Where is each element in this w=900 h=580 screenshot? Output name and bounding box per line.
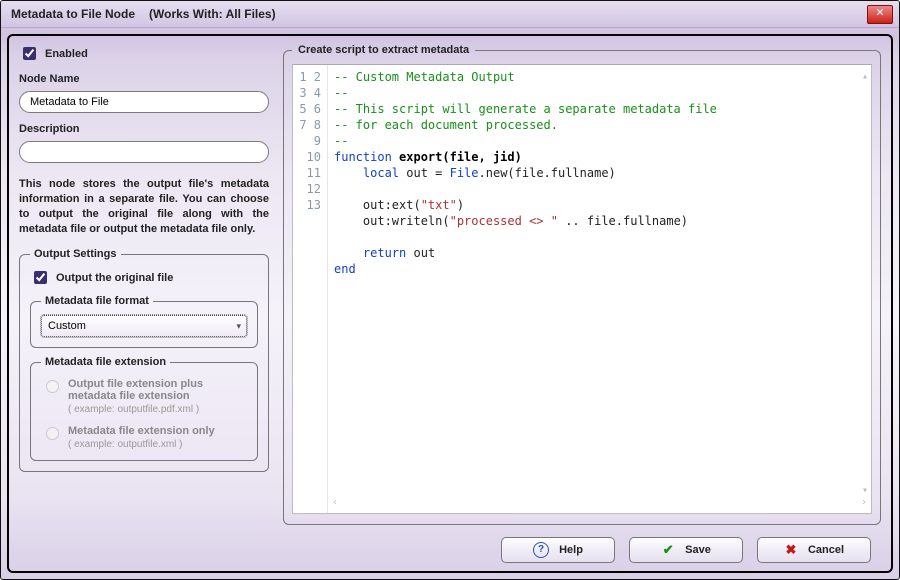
script-editor[interactable]: 1 2 3 4 5 6 7 8 9 10 11 12 13 -- Custom … [292, 64, 872, 514]
script-editor-legend: Create script to extract metadata [292, 44, 475, 56]
body-row: Enabled Node Name Description This node … [19, 44, 881, 525]
save-button[interactable]: ✔ Save [629, 537, 743, 563]
script-editor-group: Create script to extract metadata 1 2 3 … [283, 44, 881, 525]
output-original-checkbox[interactable] [34, 271, 47, 284]
help-icon: ? [533, 542, 549, 558]
check-icon: ✔ [661, 543, 675, 557]
file-format-select[interactable] [41, 315, 247, 337]
enabled-checkbox-row[interactable]: Enabled [19, 44, 269, 63]
node-name-label: Node Name [19, 73, 269, 85]
scroll-left-icon[interactable]: ‹ [332, 495, 338, 511]
close-icon: ✖ [784, 543, 798, 557]
file-format-legend: Metadata file format [41, 295, 153, 307]
dialog-buttons: ? Help ✔ Save ✖ Cancel [19, 531, 881, 563]
left-column: Enabled Node Name Description This node … [19, 44, 269, 525]
content-frame: Enabled Node Name Description This node … [7, 34, 893, 573]
save-button-label: Save [685, 544, 711, 556]
enabled-label: Enabled [45, 48, 88, 60]
help-paragraph: This node stores the output file's metad… [19, 177, 269, 236]
ext-option-2: Metadata file extension only ( example: … [41, 425, 247, 450]
close-button[interactable]: ✕ [867, 5, 893, 24]
node-name-input[interactable] [19, 91, 269, 113]
output-settings-group: Output Settings Output the original file… [19, 248, 269, 472]
scroll-up-icon[interactable]: ▴ [862, 69, 868, 511]
ext-radio-2[interactable] [46, 427, 59, 440]
title-bar: Metadata to File Node (Works With: All F… [1, 1, 899, 28]
description-label: Description [19, 123, 269, 135]
ext-radio-1[interactable] [46, 380, 59, 393]
scroll-right-icon[interactable]: › [861, 495, 867, 511]
cancel-button-label: Cancel [808, 544, 844, 556]
output-settings-legend: Output Settings [30, 248, 121, 260]
help-button[interactable]: ? Help [501, 537, 615, 563]
description-input[interactable] [19, 141, 269, 163]
help-button-label: Help [559, 544, 583, 556]
ext-radio-1-label: Output file extension plus metadata file… [68, 378, 247, 402]
file-extension-legend: Metadata file extension [41, 356, 170, 368]
enabled-checkbox[interactable] [23, 47, 36, 60]
ext-option-1: Output file extension plus metadata file… [41, 378, 247, 415]
output-original-label: Output the original file [56, 272, 173, 284]
output-original-row[interactable]: Output the original file [30, 268, 258, 287]
editor-gutter: 1 2 3 4 5 6 7 8 9 10 11 12 13 [293, 65, 328, 513]
file-extension-group: Metadata file extension Output file exte… [30, 356, 258, 461]
dialog-window: Metadata to File Node (Works With: All F… [0, 0, 900, 580]
ext-radio-1-example: ( example: outputfile.pdf.xml ) [68, 404, 247, 415]
ext-radio-2-label: Metadata file extension only [68, 425, 215, 437]
cancel-button[interactable]: ✖ Cancel [757, 537, 871, 563]
window-title: Metadata to File Node [11, 7, 135, 21]
window-subtitle: (Works With: All Files) [149, 7, 276, 21]
right-column: Create script to extract metadata 1 2 3 … [283, 44, 881, 525]
ext-radio-2-example: ( example: outputfile.xml ) [68, 439, 215, 450]
file-format-select-wrap: ▾ [41, 315, 247, 337]
editor-code[interactable]: -- Custom Metadata Output -- -- This scr… [328, 65, 871, 513]
file-format-group: Metadata file format ▾ [30, 295, 258, 348]
